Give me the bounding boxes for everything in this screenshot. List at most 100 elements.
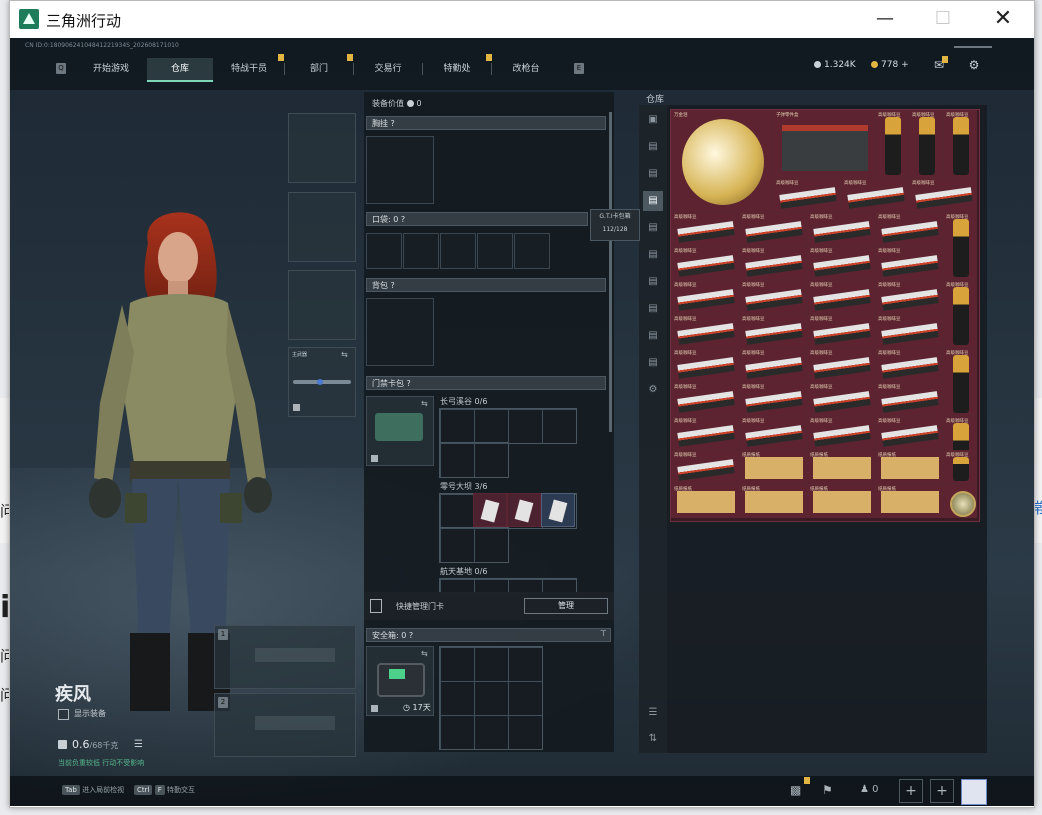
help-icon[interactable]: ?	[391, 281, 395, 290]
cigar-box-item[interactable]: 高级咖啡豆	[671, 382, 739, 416]
cigar-box-item[interactable]: 高级咖啡豆	[671, 212, 739, 246]
cigar-box-item[interactable]: 高级咖啡豆	[807, 280, 875, 314]
category-active-icon[interactable]: ▤	[643, 191, 663, 211]
coffee-beans-item[interactable]: 高级咖啡豆	[943, 212, 977, 280]
stats-icon[interactable]: ▩	[790, 783, 801, 797]
add-teammate-button[interactable]: +	[930, 779, 954, 803]
cigar-box-item[interactable]: 高级咖啡豆	[875, 382, 943, 416]
add-currency-button[interactable]: +	[901, 60, 909, 70]
category-icon[interactable]: ▤	[643, 218, 663, 238]
cigar-box-item[interactable]: 高级咖啡豆	[909, 178, 977, 212]
keycard-item[interactable]	[541, 493, 575, 527]
minimize-button[interactable]: —	[862, 1, 908, 38]
safe-box-slot[interactable]: ⇆ ◷ 17天	[366, 646, 434, 716]
category-all-icon[interactable]: ▣	[643, 110, 663, 130]
ammo-parts-box-item[interactable]: 子弹零件盒	[773, 110, 875, 178]
cigar-box-item[interactable]: 高级咖啡豆	[739, 382, 807, 416]
cigar-box-item[interactable]: 高级咖啡豆	[671, 348, 739, 382]
newspaper-item[interactable]: 纸质报纸	[739, 450, 807, 484]
category-icon[interactable]: ▤	[643, 164, 663, 184]
add-teammate-button[interactable]: +	[899, 779, 923, 803]
manage-button[interactable]: 管理	[524, 598, 608, 614]
coffee-beans-item[interactable]: 高级咖啡豆	[943, 280, 977, 348]
flag-icon[interactable]: ⚑	[822, 783, 833, 797]
faberge-egg-item[interactable]: 万金泪	[671, 110, 773, 212]
cigar-box-item[interactable]: 高级咖啡豆	[671, 416, 739, 450]
cigar-box-item[interactable]: 高级咖啡豆	[875, 280, 943, 314]
keycard-bag-slot[interactable]: ⇆	[366, 396, 434, 466]
swap-icon[interactable]: ⇆	[421, 399, 428, 408]
category-icon[interactable]: ▤	[643, 245, 663, 265]
cigar-box-item[interactable]: 高级咖啡豆	[841, 178, 909, 212]
newspaper-item[interactable]: 纸质报纸	[807, 484, 875, 518]
help-icon[interactable]: ?	[409, 631, 413, 640]
cigar-box-item[interactable]: 高级咖啡豆	[773, 178, 841, 212]
helmet-slot[interactable]	[288, 113, 356, 183]
sidearm-slot[interactable]	[288, 270, 356, 340]
help-icon[interactable]: ?	[401, 215, 405, 224]
cigar-box-item[interactable]: 高级咖啡豆	[671, 280, 739, 314]
category-icon[interactable]: ▤	[643, 353, 663, 373]
melee-slot[interactable]: 主武器 ⇆	[288, 347, 356, 417]
cigar-box-item[interactable]: 高级咖啡豆	[807, 416, 875, 450]
pin-icon[interactable]: ⊤	[600, 629, 607, 638]
tab-warehouse[interactable]: 仓库	[147, 58, 213, 82]
tab-operators[interactable]: 特战干员	[216, 58, 282, 80]
cigar-box-item[interactable]: 高级咖啡豆	[875, 246, 943, 280]
primary-weapon-slot-2[interactable]: 2	[214, 693, 356, 757]
close-button[interactable]: ✕	[980, 1, 1026, 38]
tab-start-game[interactable]: 开始游戏	[78, 58, 144, 80]
pocket-slot[interactable]	[366, 233, 402, 269]
coffee-beans-item[interactable]: 高级咖啡豆	[943, 348, 977, 416]
tab-trading[interactable]: 交易行	[355, 58, 421, 80]
newspaper-item[interactable]: 纸质报纸	[807, 450, 875, 484]
primary-weapon-slot-1[interactable]: 1	[214, 625, 356, 689]
cigar-box-item[interactable]: 高级咖啡豆	[671, 246, 739, 280]
cigar-box-item[interactable]: 高级咖啡豆	[807, 314, 875, 348]
nav-right-key[interactable]: E	[574, 63, 584, 74]
maximize-button[interactable]: ☐	[920, 1, 966, 38]
cigar-box-item[interactable]: 高级咖啡豆	[739, 280, 807, 314]
chest-rig-slot[interactable]	[366, 136, 434, 204]
pocket-slot[interactable]	[514, 233, 550, 269]
coffee-beans-item[interactable]: 高级咖啡豆	[909, 110, 943, 178]
coffee-beans-item[interactable]: 高级咖啡豆	[943, 450, 977, 484]
keycard-item[interactable]	[473, 493, 507, 527]
tab-gunsmith[interactable]: 改枪台	[493, 58, 559, 80]
category-icon[interactable]: ▤	[643, 326, 663, 346]
pocket-slot[interactable]	[440, 233, 476, 269]
friends-icon[interactable]: ♟ 0	[860, 784, 879, 795]
cigar-box-item[interactable]: 高级咖啡豆	[739, 212, 807, 246]
swap-icon[interactable]: ⇆	[341, 350, 348, 359]
player-avatar[interactable]	[961, 779, 987, 805]
newspaper-item[interactable]: 纸质报纸	[671, 484, 739, 518]
cigar-box-item[interactable]: 高级咖啡豆	[807, 348, 875, 382]
swap-icon[interactable]: ⇆	[421, 649, 428, 658]
nav-left-key[interactable]: Q	[56, 63, 66, 74]
pocket-slot[interactable]	[477, 233, 513, 269]
category-icon[interactable]: ▤	[643, 137, 663, 157]
backpack-slot[interactable]	[366, 298, 434, 366]
cigar-box-item[interactable]: 高级咖啡豆	[671, 314, 739, 348]
pocket-slot[interactable]	[403, 233, 439, 269]
cigar-box-item[interactable]: 高级咖啡豆	[875, 314, 943, 348]
category-icon[interactable]: ▤	[643, 299, 663, 319]
newspaper-item[interactable]: 纸质报纸	[739, 484, 807, 518]
coffee-beans-item[interactable]: 高级咖啡豆	[875, 110, 909, 178]
cigar-box-item[interactable]: 高级咖啡豆	[875, 212, 943, 246]
tab-department[interactable]: 部门	[286, 58, 352, 80]
category-icon[interactable]: ▤	[643, 272, 663, 292]
cigar-box-item[interactable]: 高级咖啡豆	[671, 450, 739, 484]
cigar-box-item[interactable]: 高级咖啡豆	[875, 348, 943, 382]
tab-special-ops[interactable]: 特勤处	[424, 58, 490, 80]
show-gear-checkbox[interactable]	[58, 709, 69, 720]
newspaper-item[interactable]: 纸质报纸	[875, 450, 943, 484]
scrollbar[interactable]	[609, 112, 612, 432]
newspaper-item[interactable]: 纸质报纸	[875, 484, 943, 518]
compass-item[interactable]	[943, 484, 977, 518]
cigar-box-item[interactable]: 高级咖啡豆	[807, 246, 875, 280]
cigar-box-item[interactable]: 高级咖啡豆	[807, 382, 875, 416]
list-icon[interactable]: ☰	[134, 739, 143, 750]
cigar-box-item[interactable]: 高级咖啡豆	[739, 348, 807, 382]
cigar-box-item[interactable]: 高级咖啡豆	[739, 246, 807, 280]
